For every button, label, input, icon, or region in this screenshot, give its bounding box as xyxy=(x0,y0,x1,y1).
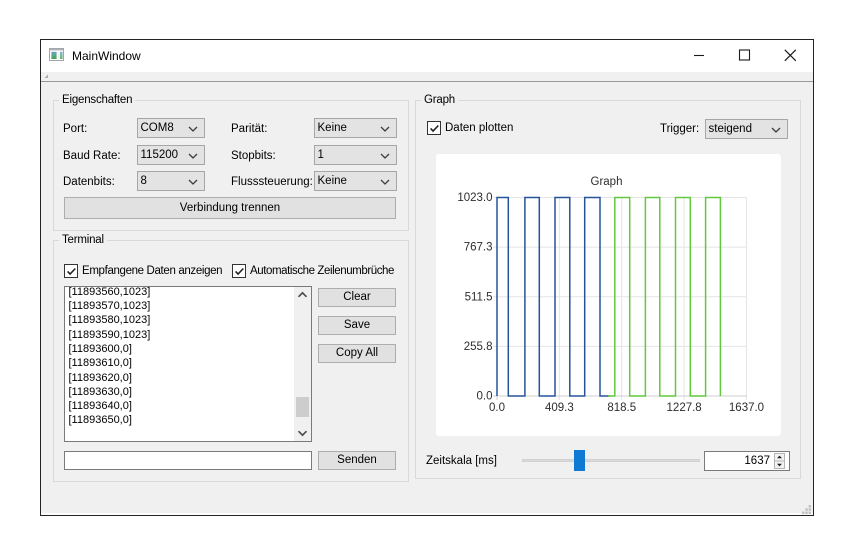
svg-text:0.0: 0.0 xyxy=(489,402,505,414)
svg-text:Graph: Graph xyxy=(591,176,623,188)
svg-text:511.5: 511.5 xyxy=(465,291,493,303)
svg-text:818.5: 818.5 xyxy=(607,402,636,414)
svg-text:1227.8: 1227.8 xyxy=(667,402,702,414)
svg-text:1023.0: 1023.0 xyxy=(457,192,492,204)
svg-text:1637.0: 1637.0 xyxy=(729,402,764,414)
svg-text:0.0: 0.0 xyxy=(477,391,493,403)
svg-text:409.3: 409.3 xyxy=(545,402,574,414)
svg-text:767.3: 767.3 xyxy=(464,242,493,254)
svg-text:255.8: 255.8 xyxy=(464,341,493,353)
